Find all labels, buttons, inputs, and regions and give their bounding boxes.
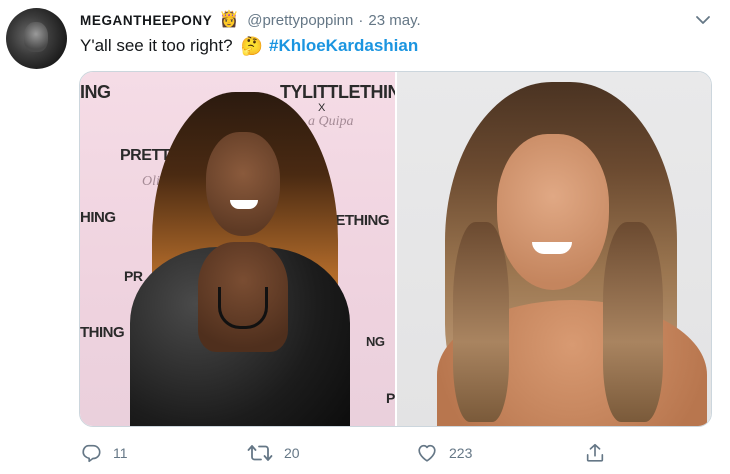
hashtag-link[interactable]: #KhloeKardashian [269,36,418,56]
reply-count: 11 [113,445,128,461]
like-button[interactable]: 223 [416,440,472,466]
share-button[interactable] [584,440,606,466]
backdrop-text: HING [80,209,116,226]
backdrop-text: P [386,390,395,406]
user-handle[interactable]: @prettypoppinn [247,12,353,29]
backdrop-text: TYLITTLETHING [280,82,395,102]
tweet-header: MEGANTHEEPONY 👸 @prettypoppinn · 23 may. [80,9,421,31]
person-hair-front [602,222,663,422]
person-smile [531,242,572,254]
avatar[interactable] [6,8,67,69]
backdrop-text: PR [124,268,143,284]
like-count: 223 [449,445,473,461]
photo-right[interactable] [396,72,711,426]
display-name[interactable]: MEGANTHEEPONY [80,13,212,28]
tweet-actions: 11 20 223 [80,440,620,466]
tweet[interactable]: MEGANTHEEPONY 👸 @prettypoppinn · 23 may.… [0,0,730,474]
backdrop-text: X [318,102,325,114]
backdrop-text: ING [80,82,111,102]
reply-icon [80,442,102,464]
person-top [218,287,268,329]
tweet-text: Y'all see it too right? 🤔 #KhloeKardashi… [80,36,418,56]
separator-dot: · [358,11,364,29]
heart-icon [416,442,438,464]
person-face [206,132,280,236]
share-icon [584,442,606,464]
backdrop-text: a Quipa [308,114,354,129]
tweet-text-body: Y'all see it too right? [80,36,233,55]
timestamp[interactable]: 23 may. [368,12,420,29]
retweet-count: 20 [284,445,300,461]
photo-left[interactable]: ING TYLITTLETHING X a Quipa PRETTYLITTL … [80,72,395,426]
backdrop-text: THING [80,324,125,341]
chevron-down-icon[interactable] [693,12,713,28]
princess-emoji: 👸 [219,11,240,28]
media-grid: ING TYLITTLETHING X a Quipa PRETTYLITTL … [79,71,712,427]
backdrop-text: NG [366,334,385,349]
reply-button[interactable]: 11 [80,440,128,466]
person-face [496,134,609,290]
retweet-icon [247,442,273,464]
person-hair-front [452,222,509,422]
thinking-emoji: 🤔 [240,36,263,56]
retweet-button[interactable]: 20 [247,440,300,466]
